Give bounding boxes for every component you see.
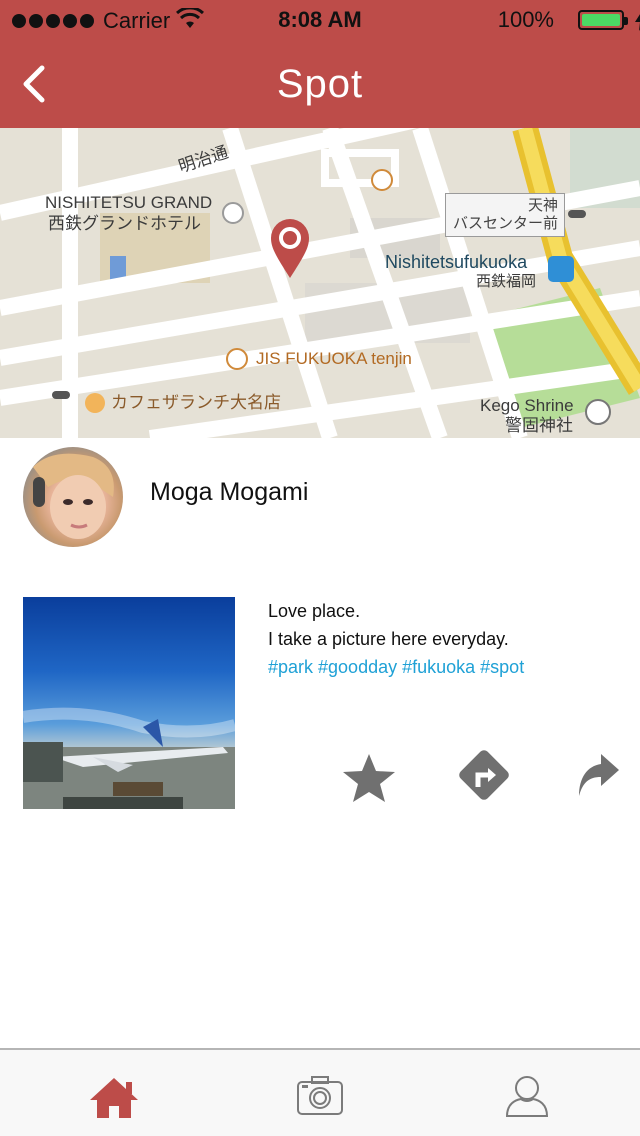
map-label-station-jp: 西鉄福岡	[476, 273, 537, 290]
header-bar: Carrier 8:08 AM 100% Spot	[0, 0, 640, 128]
caption-hashtags[interactable]: #park #goodday #fukuoka #spot	[268, 653, 524, 681]
share-icon[interactable]	[575, 752, 621, 800]
map-label-hotel-jp: 西鉄グランドホテル	[48, 214, 201, 233]
directions-icon[interactable]	[455, 746, 513, 804]
username[interactable]: Moga Mogami	[150, 478, 308, 507]
battery-icon	[578, 10, 640, 31]
caption-line-1: Love place.	[268, 601, 361, 621]
map-roads	[0, 128, 640, 438]
battery-percent: 100%	[497, 7, 554, 32]
page-title: Spot	[276, 62, 364, 106]
map-label-station-en: Nishitetsufukuoka	[385, 252, 528, 272]
post-caption: Love place. I take a picture here everyd…	[268, 597, 524, 681]
avatar[interactable]	[23, 447, 123, 547]
map-label-shrine-en: Kego Shrine	[480, 396, 574, 415]
map-label-shrine-jp: 警固神社	[505, 416, 573, 435]
post-photo[interactable]	[23, 597, 235, 809]
user-icon[interactable]	[497, 1070, 557, 1120]
map-label-restaurant: JIS FUKUOKA tenjin	[256, 349, 412, 368]
caption-line-2: I take a picture here everyday.	[268, 629, 509, 649]
status-bar: Carrier 8:08 AM 100%	[0, 0, 640, 40]
camera-icon[interactable]	[290, 1070, 350, 1120]
star-icon[interactable]	[341, 752, 397, 804]
map-label-cafe: カフェザランチ大名店	[111, 393, 281, 412]
map-label-bus-center: 天神 バスセンター前	[445, 193, 565, 237]
tab-bar	[0, 1048, 640, 1136]
home-icon[interactable]	[84, 1070, 144, 1120]
location-map[interactable]: NISHITETSU GRAND 西鉄グランドホテル 明治通 天神 バスセンター…	[0, 128, 640, 438]
map-label-hotel-en: NISHITETSU GRAND	[45, 193, 213, 212]
